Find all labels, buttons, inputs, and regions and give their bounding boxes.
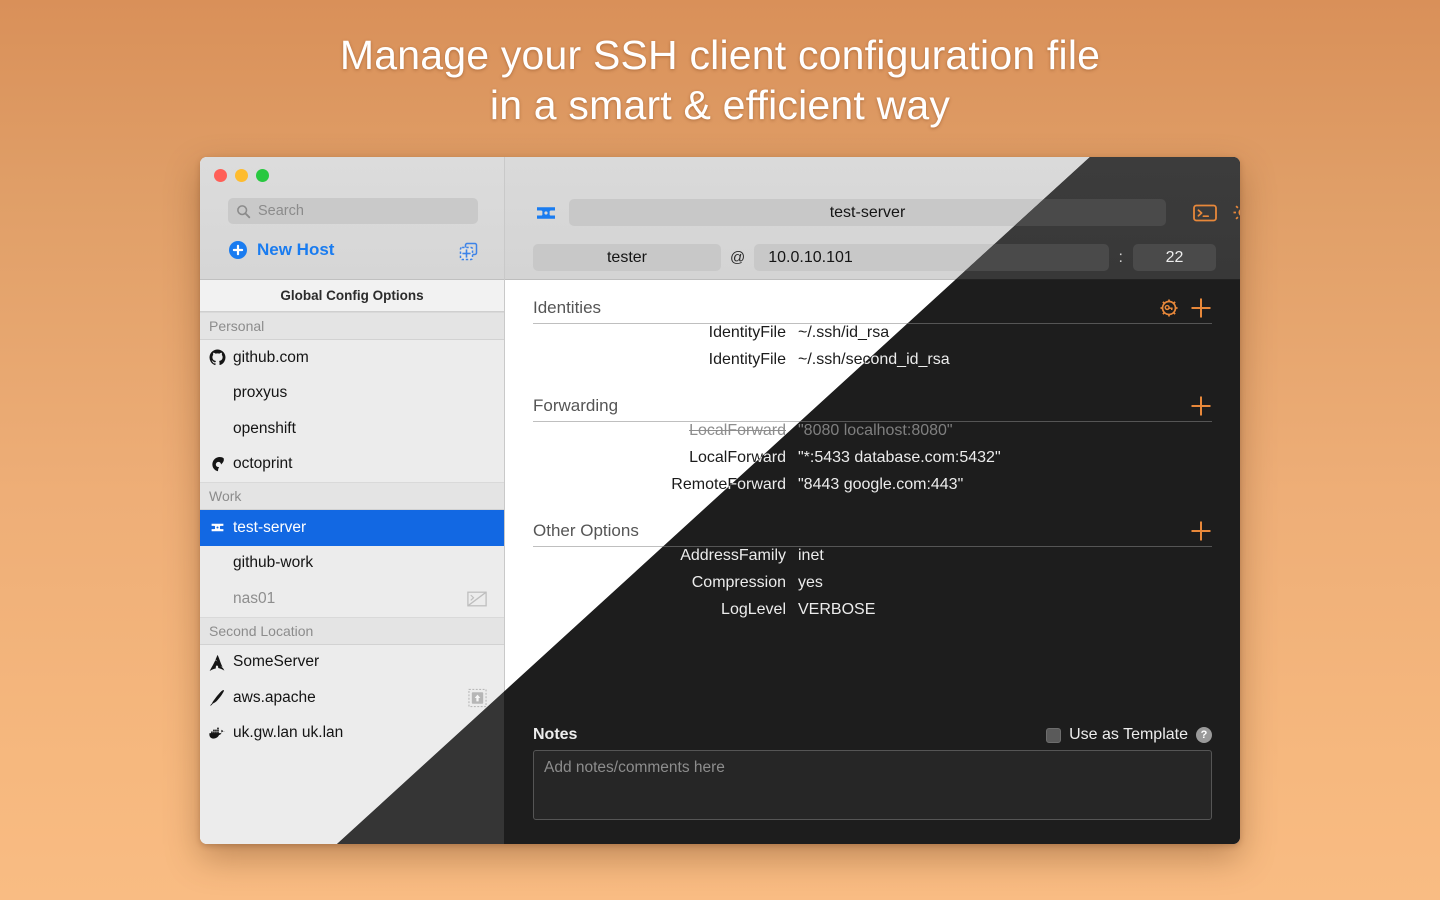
port-field[interactable]: 22 (1133, 244, 1216, 271)
host-list-item-label: nas01 (233, 590, 275, 608)
plus-circle-icon (228, 240, 248, 260)
notes-label: Notes (533, 726, 577, 744)
host-list-item[interactable]: proxyus (200, 376, 504, 412)
option-value: VERBOSE (798, 601, 875, 619)
option-row[interactable]: LogLevelVERBOSE (533, 601, 1212, 628)
use-as-template-label: Use as Template (1069, 726, 1188, 744)
notes-section: Notes Use as Template ? Add notes/commen… (533, 726, 1212, 820)
host-list-item-label: octoprint (233, 455, 292, 473)
option-value: inet (798, 547, 824, 565)
host-list-item[interactable]: openshift (200, 411, 504, 447)
search-input[interactable]: Search (228, 198, 478, 224)
option-row[interactable]: Compressionyes (533, 574, 1212, 601)
new-host-label: New Host (257, 240, 334, 260)
zoom-button[interactable] (256, 169, 269, 182)
sidebar-header: Search New Host (200, 157, 504, 280)
option-key: IdentityFile (533, 324, 786, 342)
host-list-item-label: github.com (233, 349, 309, 367)
at-separator: @ (730, 249, 745, 266)
section-actions (1190, 520, 1212, 542)
notes-textarea[interactable]: Add notes/comments here (533, 750, 1212, 820)
terminal-disabled-icon[interactable] (467, 590, 487, 607)
host-list-item[interactable]: github.com (200, 340, 504, 376)
minimize-button[interactable] (235, 169, 248, 182)
notes-placeholder: Add notes/comments here (544, 759, 725, 776)
use-as-template-control[interactable]: Use as Template ? (1046, 726, 1212, 744)
host-list-item[interactable]: nas01 (200, 581, 504, 617)
key-gear-icon[interactable] (1159, 298, 1179, 318)
section-title: Forwarding (533, 396, 618, 416)
search-icon (236, 204, 251, 219)
host-list-item-label: SomeServer (233, 653, 319, 671)
section-actions (1159, 297, 1212, 319)
host-list-item-label: proxyus (233, 384, 287, 402)
host-list-item-label: test-server (233, 519, 306, 537)
host-name-value: test-server (830, 204, 906, 222)
global-config-options-label: Global Config Options (280, 288, 423, 303)
host-list: Personal github.com proxyus openshift octopr… (200, 312, 504, 751)
option-value: "8080 localhost:8080" (798, 422, 953, 440)
host-group-header: Personal (200, 312, 504, 340)
plus-icon[interactable] (1190, 395, 1212, 417)
app-window: Search New Host Global Config Options (200, 157, 1240, 844)
docker-icon (209, 725, 231, 742)
openstack-icon (533, 200, 559, 226)
plus-icon[interactable] (1190, 297, 1212, 319)
page-title-line1: Manage your SSH client configuration fil… (340, 32, 1100, 78)
option-value: yes (798, 574, 823, 592)
gear-icon[interactable] (1231, 201, 1240, 224)
detail-toolbar (1193, 201, 1240, 224)
host-group-header: Second Location (200, 617, 504, 645)
window-traffic-lights (214, 169, 269, 182)
host-group-header: Work (200, 482, 504, 510)
port-value: 22 (1166, 249, 1184, 267)
option-key: IdentityFile (533, 351, 786, 369)
option-key: LocalForward (533, 449, 786, 467)
host-list-item[interactable]: test-server (200, 510, 504, 546)
host-list-item[interactable]: SomeServer (200, 645, 504, 681)
page-title: Manage your SSH client configuration fil… (0, 30, 1440, 130)
host-list-item-label: uk.gw.lan uk.lan (233, 724, 343, 742)
use-as-template-checkbox[interactable] (1046, 728, 1061, 743)
global-config-options-button[interactable]: Global Config Options (200, 280, 504, 312)
host-list-item[interactable]: aws.apache (200, 680, 504, 716)
host-list-item-label: github-work (233, 554, 313, 572)
colon-separator: : (1119, 249, 1123, 267)
address-value: 10.0.10.101 (768, 249, 853, 267)
new-host-button[interactable]: New Host (228, 240, 334, 260)
archlinux-icon (209, 654, 231, 671)
close-button[interactable] (214, 169, 227, 182)
host-list-item-label: openshift (233, 420, 296, 438)
github-icon (209, 349, 231, 366)
notes-header: Notes Use as Template ? (533, 726, 1212, 744)
option-value: "8443 google.com:443" (798, 476, 963, 494)
option-value: ~/.ssh/id_rsa (798, 324, 889, 342)
section-title: Other Options (533, 521, 639, 541)
section-title: Identities (533, 298, 601, 318)
option-key: LocalForward (533, 422, 786, 440)
host-list-item-label: aws.apache (233, 689, 316, 707)
search-placeholder: Search (258, 203, 304, 219)
page-title-line2: in a smart & efficient way (0, 80, 1440, 130)
host-list-item[interactable]: github-work (200, 546, 504, 582)
username-field[interactable]: tester (533, 244, 721, 271)
upload-icon[interactable] (468, 688, 487, 707)
section-actions (1190, 395, 1212, 417)
openstack-icon (209, 519, 231, 536)
host-list-item[interactable]: octoprint (200, 447, 504, 483)
help-icon[interactable]: ? (1196, 727, 1212, 743)
username-value: tester (607, 249, 647, 267)
option-value: "*:5433 database.com:5432" (798, 449, 1001, 467)
plus-icon[interactable] (1190, 520, 1212, 542)
apache-icon (209, 689, 231, 706)
duplicate-host-icon[interactable] (458, 241, 480, 263)
octoprint-icon (209, 456, 231, 473)
terminal-icon[interactable] (1193, 203, 1217, 223)
